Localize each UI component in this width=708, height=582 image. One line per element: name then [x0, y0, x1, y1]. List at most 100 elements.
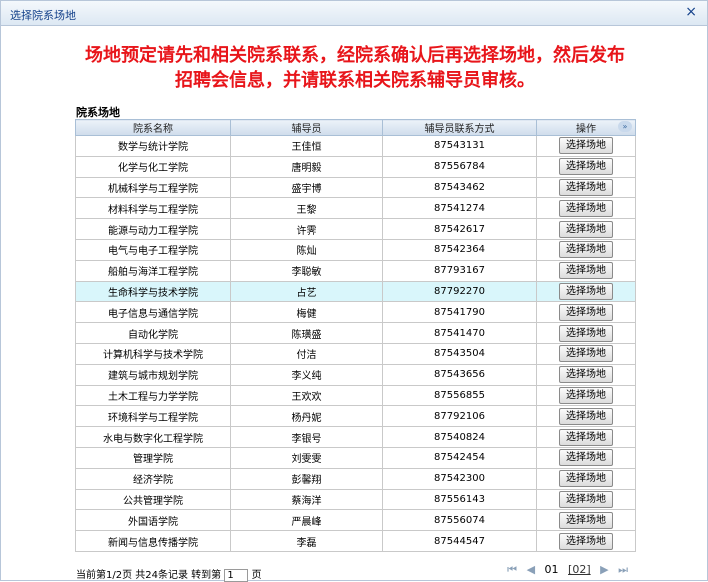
header-operation: 操作 »	[536, 119, 636, 136]
table-row[interactable]: 环境科学与工程学院 杨丹妮 87792106 选择场地	[75, 405, 636, 428]
select-venue-button[interactable]: 选择场地	[559, 220, 613, 238]
select-venue-button[interactable]: 选择场地	[559, 490, 613, 508]
department-name-cell: 电子信息与通信学院	[75, 301, 231, 324]
counselor-cell: 严晨峰	[230, 509, 383, 532]
counselor-cell: 付洁	[230, 342, 383, 365]
next-page-icon[interactable]: ▶	[600, 563, 608, 576]
counselor-cell: 唐明毅	[230, 155, 383, 178]
select-venue-button[interactable]: 选择场地	[559, 532, 613, 550]
operation-cell: 选择场地	[536, 509, 636, 532]
counselor-phone-cell: 87542300	[382, 467, 537, 490]
page-2-link[interactable]: [02]	[568, 563, 591, 576]
counselor-cell: 王佳恒	[230, 135, 383, 157]
header-operation-label: 操作	[576, 124, 596, 135]
counselor-cell: 李聪敏	[230, 259, 383, 282]
department-name-cell: 土木工程与力学学院	[75, 384, 231, 407]
select-venue-button[interactable]: 选择场地	[559, 178, 613, 196]
table-row[interactable]: 外国语学院 严晨峰 87556074 选择场地	[75, 509, 636, 532]
select-venue-button[interactable]: 选择场地	[559, 428, 613, 446]
table-row[interactable]: 机械科学与工程学院 盛宇博 87543462 选择场地	[75, 176, 636, 199]
prev-page-icon[interactable]: ◀	[527, 563, 535, 576]
table-row[interactable]: 电气与电子工程学院 陈灿 87542364 选择场地	[75, 238, 636, 261]
operation-cell: 选择场地	[536, 176, 636, 199]
operation-cell: 选择场地	[536, 135, 636, 157]
department-name-cell: 数学与统计学院	[75, 135, 231, 157]
operation-cell: 选择场地	[536, 384, 636, 407]
table-row[interactable]: 计算机科学与技术学院 付洁 87543504 选择场地	[75, 342, 636, 365]
operation-cell: 选择场地	[536, 259, 636, 282]
counselor-phone-cell: 87556855	[382, 384, 537, 407]
last-page-icon[interactable]: ⏭	[618, 563, 628, 577]
select-venue-button[interactable]: 选择场地	[559, 158, 613, 176]
operation-cell: 选择场地	[536, 446, 636, 469]
table-row[interactable]: 水电与数字化工程学院 李银号 87540824 选择场地	[75, 426, 636, 448]
counselor-cell: 王黎	[230, 197, 383, 220]
counselor-phone-cell: 87540824	[382, 426, 537, 448]
select-venue-button[interactable]: 选择场地	[559, 137, 613, 155]
notice-text: 场地预定请先和相关院系联系，经院系确认后再选择场地，然后发布 招聘会信息，并请联…	[1, 43, 708, 93]
select-venue-button[interactable]: 选择场地	[559, 511, 613, 529]
operation-cell: 选择场地	[536, 405, 636, 428]
select-venue-button[interactable]: 选择场地	[559, 303, 613, 321]
department-name-cell: 船舶与海洋工程学院	[75, 259, 231, 282]
select-venue-button[interactable]: 选择场地	[559, 366, 613, 384]
table-row[interactable]: 化学与化工学院 唐明毅 87556784 选择场地	[75, 155, 636, 178]
table-row[interactable]: 电子信息与通信学院 梅健 87541790 选择场地	[75, 301, 636, 324]
counselor-phone-cell: 87543504	[382, 342, 537, 365]
table-row[interactable]: 建筑与城市规划学院 李义纯 87543656 选择场地	[75, 363, 636, 386]
table-row[interactable]: 船舶与海洋工程学院 李聪敏 87793167 选择场地	[75, 259, 636, 282]
counselor-cell: 盛宇博	[230, 176, 383, 199]
select-venue-button[interactable]: 选择场地	[559, 386, 613, 404]
first-page-icon[interactable]: ⏮	[507, 563, 517, 577]
goto-page-input[interactable]	[224, 568, 249, 582]
counselor-cell: 李磊	[230, 530, 383, 552]
expand-columns-icon[interactable]: »	[618, 121, 632, 132]
counselor-phone-cell: 87541790	[382, 301, 537, 324]
select-venue-button[interactable]: 选择场地	[559, 282, 613, 300]
select-venue-button[interactable]: 选择场地	[559, 345, 613, 363]
operation-cell: 选择场地	[536, 301, 636, 324]
table-row[interactable]: 管理学院 刘雯雯 87542454 选择场地	[75, 446, 636, 469]
select-venue-button[interactable]: 选择场地	[559, 449, 613, 467]
table-row[interactable]: 新闻与信息传播学院 李磊 87544547 选择场地	[75, 530, 636, 552]
counselor-cell: 刘雯雯	[230, 446, 383, 469]
counselor-phone-cell: 87793167	[382, 259, 537, 282]
department-name-cell: 计算机科学与技术学院	[75, 342, 231, 365]
counselor-phone-cell: 87541274	[382, 197, 537, 220]
notice-line-1: 场地预定请先和相关院系联系，经院系确认后再选择场地，然后发布	[85, 45, 625, 66]
department-name-cell: 生命科学与技术学院	[75, 280, 231, 303]
select-venue-button[interactable]: 选择场地	[559, 241, 613, 259]
header-department-name: 院系名称	[75, 119, 231, 136]
select-venue-button[interactable]: 选择场地	[559, 470, 613, 488]
operation-cell: 选择场地	[536, 280, 636, 303]
table-row[interactable]: 数学与统计学院 王佳恒 87543131 选择场地	[75, 135, 636, 157]
select-venue-button[interactable]: 选择场地	[559, 407, 613, 425]
select-venue-button[interactable]: 选择场地	[559, 324, 613, 342]
counselor-phone-cell: 87542454	[382, 446, 537, 469]
operation-cell: 选择场地	[536, 363, 636, 386]
counselor-cell: 蔡海洋	[230, 488, 383, 511]
department-name-cell: 外国语学院	[75, 509, 231, 532]
department-name-cell: 自动化学院	[75, 322, 231, 344]
table-row[interactable]: 材料科学与工程学院 王黎 87541274 选择场地	[75, 197, 636, 220]
counselor-cell: 李义纯	[230, 363, 383, 386]
pager-status-prefix: 当前第1/2页 共24条记录 转到第	[76, 570, 222, 581]
pager-status: 当前第1/2页 共24条记录 转到第 页	[76, 566, 262, 582]
counselor-cell: 王欢欢	[230, 384, 383, 407]
counselor-cell: 许霁	[230, 218, 383, 240]
select-venue-button[interactable]: 选择场地	[559, 199, 613, 217]
table-row[interactable]: 公共管理学院 蔡海洋 87556143 选择场地	[75, 488, 636, 511]
table-row[interactable]: 经济学院 彭馨翔 87542300 选择场地	[75, 467, 636, 490]
table-row[interactable]: 能源与动力工程学院 许霁 87542617 选择场地	[75, 218, 636, 240]
close-icon[interactable]: ×	[685, 4, 697, 20]
table-row[interactable]: 自动化学院 陈璜盛 87541470 选择场地	[75, 322, 636, 344]
counselor-phone-cell: 87542364	[382, 238, 537, 261]
pager-status-suffix: 页	[251, 570, 262, 581]
table-row[interactable]: 生命科学与技术学院 占艺 87792270 选择场地	[75, 280, 636, 303]
table-row[interactable]: 土木工程与力学学院 王欢欢 87556855 选择场地	[75, 384, 636, 407]
current-page-number: 01	[544, 563, 559, 576]
select-venue-button[interactable]: 选择场地	[559, 262, 613, 280]
department-name-cell: 机械科学与工程学院	[75, 176, 231, 199]
department-name-cell: 建筑与城市规划学院	[75, 363, 231, 386]
operation-cell: 选择场地	[536, 218, 636, 240]
